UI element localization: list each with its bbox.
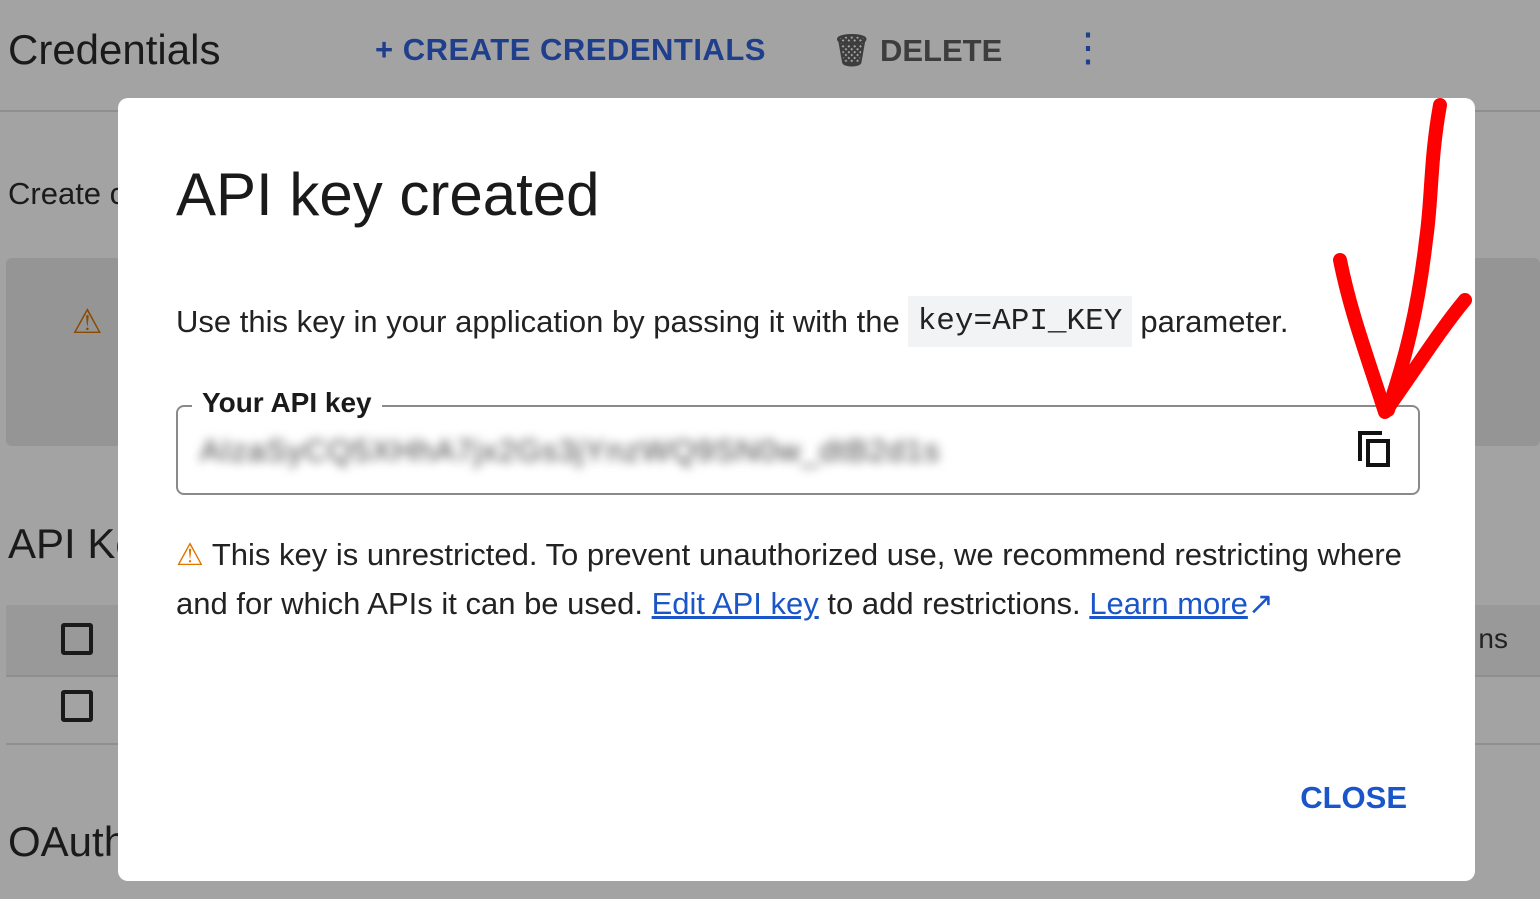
- external-link-icon: ↗: [1247, 586, 1274, 621]
- delete-button[interactable]: 🗑 DELETE: [832, 32, 1002, 69]
- api-key-value[interactable]: AIzaSyCQ5XHhA7jx2Gs3jYnzWQ9SN0w_dtB2d1s: [200, 433, 940, 469]
- plus-icon: +: [375, 32, 403, 67]
- dialog-title: API key created: [176, 161, 600, 228]
- api-key-label: Your API key: [192, 387, 382, 419]
- row-checkbox[interactable]: [61, 690, 93, 722]
- oauth-heading: OAuth: [8, 818, 128, 865]
- desc-text: Use this key in your application by pass…: [176, 303, 900, 339]
- code-snippet: key=API_KEY: [907, 296, 1133, 347]
- more-vert-icon[interactable]: ⋮: [1068, 28, 1108, 68]
- edit-api-key-link[interactable]: Edit API key: [652, 586, 819, 621]
- api-key-created-dialog: API key created Use this key in your app…: [118, 98, 1475, 881]
- unrestricted-warning: ⚠ This key is unrestricted. To prevent u…: [176, 530, 1406, 628]
- trash-icon: 🗑: [832, 33, 880, 68]
- dialog-description: Use this key in your application by pass…: [176, 296, 1289, 347]
- warning-text-2: to add restrictions.: [827, 586, 1081, 621]
- create-credentials-button[interactable]: + CREATE CREDENTIALS: [375, 32, 766, 68]
- warning-icon: ⚠: [72, 303, 103, 341]
- actions-column-header: ns: [1478, 623, 1508, 654]
- close-button[interactable]: CLOSE: [1300, 780, 1407, 816]
- warning-icon: ⚠: [176, 537, 204, 572]
- api-key-field[interactable]: Your API key AIzaSyCQ5XHhA7jx2Gs3jYnzWQ9…: [176, 387, 1420, 495]
- page-title: Credentials: [8, 26, 221, 73]
- select-all-checkbox[interactable]: [61, 623, 93, 655]
- copy-icon[interactable]: [1358, 431, 1392, 467]
- learn-more-text: Learn more: [1089, 586, 1248, 621]
- learn-more-link[interactable]: Learn more: [1089, 586, 1248, 621]
- desc-text-end: parameter.: [1140, 303, 1289, 339]
- create-text: Create c: [8, 176, 126, 211]
- top-toolbar: Credentials + CREATE CREDENTIALS 🗑 DELET…: [0, 0, 1540, 112]
